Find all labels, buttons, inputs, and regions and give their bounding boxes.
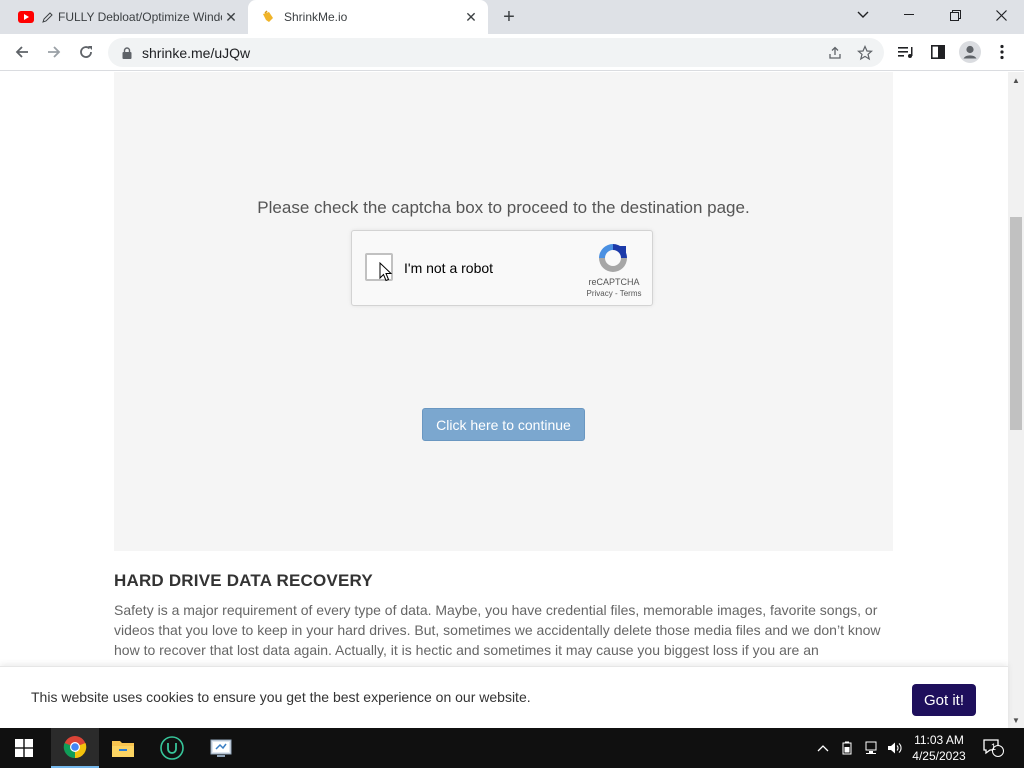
- tab-shrinkme[interactable]: ShrinkMe.io ✕: [248, 0, 488, 34]
- article-heading: HARD DRIVE DATA RECOVERY: [114, 571, 373, 590]
- restore-icon[interactable]: [932, 0, 978, 30]
- menu-kebab-icon[interactable]: [990, 40, 1014, 64]
- system-utility-icon[interactable]: [197, 728, 245, 768]
- mouse-cursor-icon: [379, 261, 393, 282]
- windows-taskbar: 11:03 AM 4/25/2023 1: [0, 728, 1024, 768]
- scroll-thumb[interactable]: [1010, 217, 1022, 430]
- notification-center-icon[interactable]: 1: [978, 728, 1008, 768]
- captcha-panel: Please check the captcha box to proceed …: [114, 72, 893, 551]
- continue-button[interactable]: Click here to continue: [422, 408, 585, 441]
- captcha-instruction: Please check the captcha box to proceed …: [257, 198, 750, 217]
- tab-strip: FULLY Debloat/Optimize Windows ✕ ShrinkM…: [0, 0, 1024, 34]
- recaptcha-widget: I'm not a robot reCAPTCHA Privacy - Term…: [351, 230, 653, 306]
- scroll-up-icon[interactable]: ▲: [1008, 72, 1024, 88]
- article-body: Safety is a major requirement of every t…: [114, 602, 881, 658]
- recaptcha-brand: reCAPTCHA: [588, 277, 640, 287]
- scroll-down-icon[interactable]: ▼: [1008, 712, 1024, 728]
- media-queue-icon[interactable]: [894, 40, 918, 64]
- windows-start-icon[interactable]: [0, 728, 48, 768]
- chrome-taskbar-icon[interactable]: [51, 728, 99, 768]
- recaptcha-links: Privacy - Terms: [578, 289, 650, 298]
- notification-count: 1: [991, 742, 997, 752]
- close-tab-icon[interactable]: ✕: [222, 8, 240, 26]
- bookmark-star-icon[interactable]: [854, 42, 876, 64]
- url-text[interactable]: shrinke.me/uJQw: [142, 45, 824, 61]
- file-explorer-icon[interactable]: [99, 728, 147, 768]
- address-bar[interactable]: shrinke.me/uJQw: [108, 38, 884, 67]
- browser-toolbar: shrinke.me/uJQw: [0, 34, 1024, 71]
- recaptcha-privacy-link[interactable]: Privacy: [587, 289, 613, 298]
- youtube-icon: [18, 9, 34, 25]
- clock-date: 4/25/2023: [912, 749, 966, 763]
- share-icon[interactable]: [824, 42, 846, 64]
- recaptcha-terms-link[interactable]: Terms: [620, 289, 642, 298]
- cookie-message: This website uses cookies to ensure you …: [31, 689, 531, 705]
- hand-icon: [260, 9, 276, 25]
- taskbar-clock[interactable]: 11:03 AM 4/25/2023: [906, 732, 972, 764]
- lock-icon[interactable]: [120, 46, 134, 60]
- page-scrollbar[interactable]: ▲ ▼: [1008, 72, 1024, 728]
- clock-time: 11:03 AM: [914, 733, 964, 747]
- battery-icon[interactable]: [837, 728, 857, 768]
- close-tab-icon[interactable]: ✕: [462, 8, 480, 26]
- cookie-banner: This website uses cookies to ensure you …: [0, 666, 1008, 728]
- pencil-icon: [42, 9, 54, 25]
- side-panel-icon[interactable]: [926, 40, 950, 64]
- recaptcha-logo-icon: [596, 241, 630, 275]
- forward-icon[interactable]: [40, 38, 68, 66]
- back-icon[interactable]: [8, 38, 36, 66]
- reload-icon[interactable]: [72, 38, 100, 66]
- tab-title: FULLY Debloat/Optimize Windows: [58, 10, 222, 24]
- new-tab-icon[interactable]: +: [498, 6, 520, 28]
- got-it-button[interactable]: Got it!: [912, 684, 976, 716]
- tab-youtube[interactable]: FULLY Debloat/Optimize Windows ✕: [18, 0, 248, 34]
- profile-avatar-icon[interactable]: [958, 40, 982, 64]
- recaptcha-link-separator: -: [612, 289, 620, 298]
- network-icon[interactable]: [860, 728, 882, 768]
- minimize-icon[interactable]: [886, 0, 932, 30]
- close-window-icon[interactable]: [978, 0, 1024, 30]
- web-page: Please check the captcha box to proceed …: [0, 72, 1008, 728]
- recaptcha-label: I'm not a robot: [404, 260, 494, 276]
- upwork-app-icon[interactable]: [148, 728, 196, 768]
- volume-icon[interactable]: [884, 728, 906, 768]
- tab-search-icon[interactable]: [840, 0, 886, 30]
- tray-overflow-icon[interactable]: [812, 728, 834, 768]
- tab-title: ShrinkMe.io: [284, 10, 348, 24]
